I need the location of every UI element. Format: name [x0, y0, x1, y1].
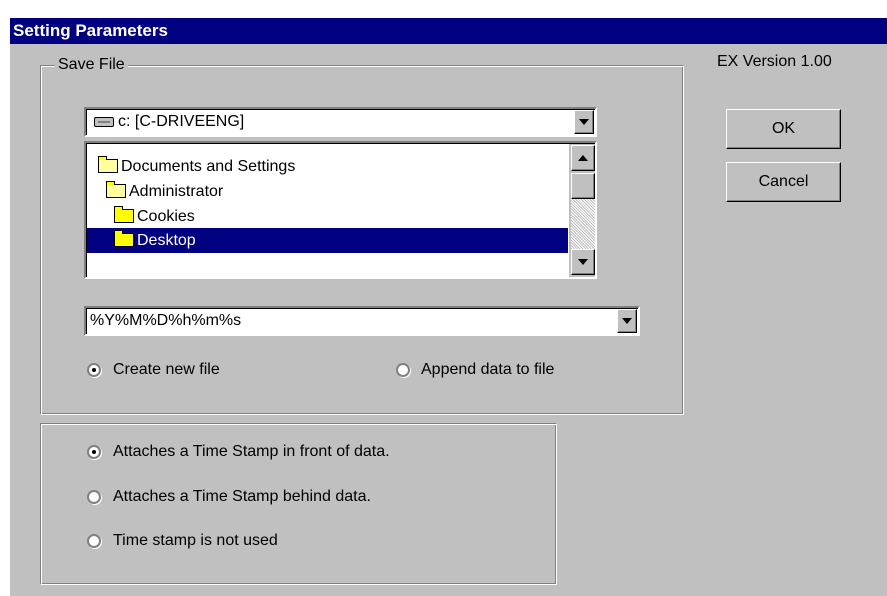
create-new-file-radio[interactable] — [87, 363, 101, 377]
folder-item-cookies[interactable]: Cookies — [96, 204, 566, 229]
chevron-down-icon — [579, 119, 589, 125]
filename-format-dropdown-button[interactable] — [617, 309, 637, 333]
dialog-window: Setting Parameters EX Version 1.00 Save … — [10, 18, 887, 596]
drive-combobox[interactable]: c: [C-DRIVEENG] — [84, 107, 597, 137]
timestamp-none-radio[interactable] — [87, 534, 101, 548]
folder-item-documents-and-settings[interactable]: Documents and Settings — [96, 154, 566, 179]
open-folder-icon — [106, 181, 126, 198]
timestamp-group: Attaches a Time Stamp in front of data. … — [40, 423, 557, 585]
append-data-label[interactable]: Append data to file — [421, 360, 554, 380]
cancel-button-label: Cancel — [758, 173, 809, 190]
window-title: Setting Parameters — [13, 21, 168, 40]
folder-item-administrator[interactable]: Administrator — [96, 179, 566, 204]
folder-icon — [114, 206, 134, 223]
chevron-up-icon — [578, 155, 588, 161]
folder-icon — [114, 230, 134, 247]
timestamp-none-label[interactable]: Time stamp is not used — [113, 531, 278, 551]
scroll-down-button[interactable] — [571, 249, 595, 275]
append-data-radio[interactable] — [396, 363, 410, 377]
open-folder-icon — [98, 156, 118, 173]
timestamp-behind-label[interactable]: Attaches a Time Stamp behind data. — [113, 487, 371, 507]
drive-dropdown-button[interactable] — [574, 110, 594, 134]
ok-button-label: OK — [771, 120, 796, 137]
drive-combobox-value: c: [C-DRIVEENG] — [118, 113, 245, 130]
filename-format-combobox[interactable]: %Y%M%D%h%m%s — [84, 306, 640, 336]
version-label: EX Version 1.00 — [717, 53, 832, 70]
folder-item-label: Cookies — [137, 208, 195, 225]
folder-item-desktop[interactable]: Desktop — [86, 228, 568, 253]
filename-format-value: %Y%M%D%h%m%s — [90, 312, 242, 329]
save-file-group-title: Save File — [55, 56, 128, 74]
title-bar: Setting Parameters — [10, 18, 887, 44]
save-file-group: Save File c: [C-DRIVEENG] Documents and … — [40, 56, 684, 415]
chevron-down-icon — [622, 318, 632, 324]
drive-icon — [94, 117, 114, 127]
timestamp-behind-radio[interactable] — [87, 490, 101, 504]
folder-listbox-scrollbar[interactable] — [569, 143, 595, 277]
timestamp-front-radio[interactable] — [87, 445, 101, 459]
scroll-track[interactable] — [571, 199, 595, 249]
folder-listbox[interactable]: Documents and Settings Administrator Coo… — [84, 141, 597, 279]
timestamp-front-label[interactable]: Attaches a Time Stamp in front of data. — [113, 442, 390, 462]
scroll-up-button[interactable] — [571, 145, 595, 171]
create-new-file-label[interactable]: Create new file — [113, 360, 220, 380]
folder-item-label: Administrator — [129, 183, 224, 200]
folder-item-label: Documents and Settings — [121, 158, 296, 175]
folder-item-label: Desktop — [137, 232, 196, 249]
scroll-thumb[interactable] — [571, 173, 595, 199]
ok-button[interactable]: OK — [726, 109, 841, 149]
chevron-down-icon — [578, 259, 588, 265]
cancel-button[interactable]: Cancel — [726, 162, 841, 202]
